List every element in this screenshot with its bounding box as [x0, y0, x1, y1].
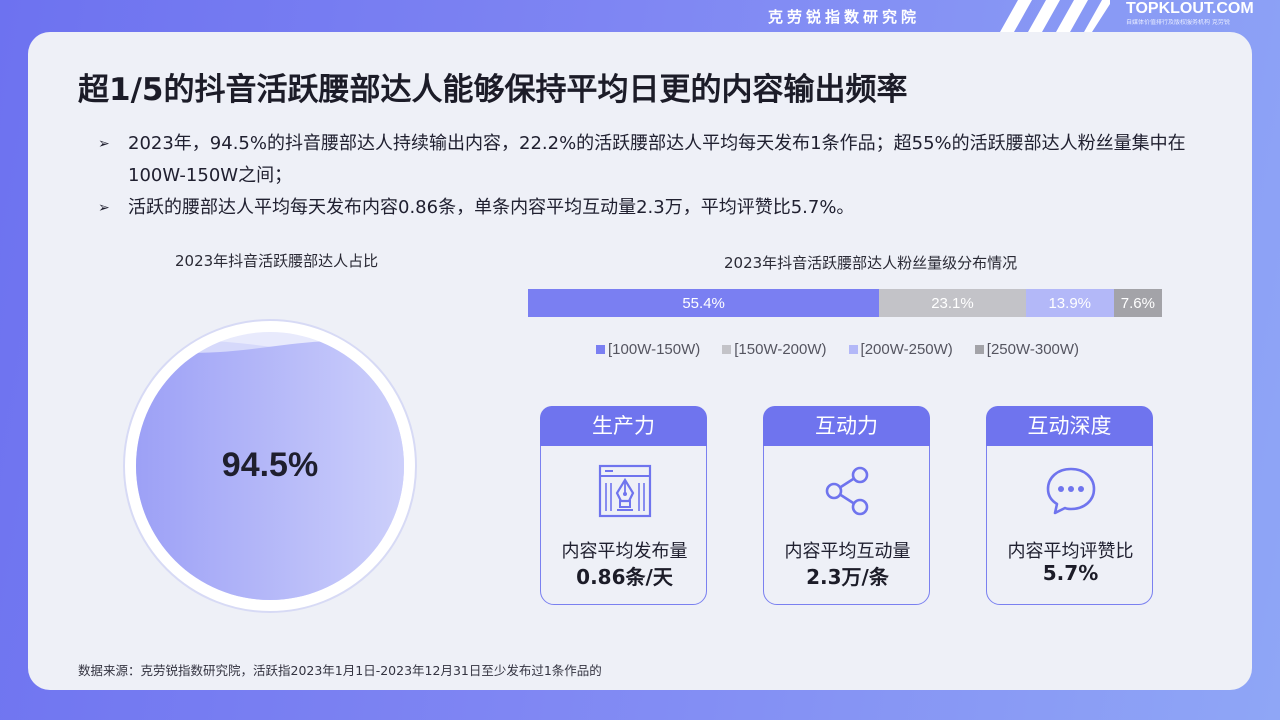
bar-chart-legend: [100W-150W) [150W-200W) [200W-250W) [250…: [596, 341, 1079, 358]
bar-segment-label: 7.6%: [1120, 294, 1155, 312]
circle-chart: 94.5%: [122, 318, 418, 614]
logo-subtitle: 自媒体价值排行及版权服务机构 克劳锐: [1126, 19, 1230, 26]
bar-segment-label: 55.4%: [682, 294, 725, 312]
topklout-logo: TOPKLOUT.COM: [1126, 0, 1254, 17]
bullet-item: ➢ 2023年，94.5%的抖音腰部达人持续输出内容，22.2%的活跃腰部达人平…: [98, 128, 1198, 192]
metric-label: 内容平均评赞比: [1007, 541, 1134, 562]
metric-label: 内容平均发布量: [561, 541, 688, 562]
legend-item: [200W-250W): [848, 341, 953, 358]
bar-segment-label: 23.1%: [931, 294, 974, 312]
metric-header: 互动力: [763, 406, 930, 446]
bullet-text: 2023年，94.5%的抖音腰部达人持续输出内容，22.2%的活跃腰部达人平均每…: [128, 133, 1186, 186]
legend-label: [150W-200W): [734, 341, 827, 358]
brand-name: 克劳锐指数研究院: [768, 8, 921, 26]
share-icon: [825, 466, 869, 516]
metric-header: 互动深度: [986, 406, 1153, 446]
metric-value: 0.86条/天: [576, 565, 673, 589]
top-header-bar: 克劳锐指数研究院 TOPKLOUT.COM 自媒体价值排行及版权服务机构 克劳锐: [0, 0, 1280, 32]
legend-swatch: [848, 345, 858, 354]
pen-nib-icon: [598, 464, 652, 518]
bar-segment-150w-200w: 23.1%: [879, 289, 1026, 317]
stacked-bar: 55.4% 23.1% 13.9% 7.6%: [528, 289, 1162, 317]
legend-item: [150W-200W): [722, 341, 827, 358]
legend-label: [250W-300W): [986, 341, 1080, 358]
bullet-text: 活跃的腰部达人平均每天发布内容0.86条，单条内容平均互动量2.3万，平均评赞比…: [128, 197, 855, 218]
metric-card-interaction: 互动力 内容平均互动量 2.3万/条: [763, 406, 930, 605]
bullet-list: ➢ 2023年，94.5%的抖音腰部达人持续输出内容，22.2%的活跃腰部达人平…: [98, 128, 1198, 224]
legend-label: [200W-250W): [860, 341, 953, 358]
circle-value-label: 94.5%: [221, 446, 319, 484]
chat-bubble-icon: [1046, 467, 1096, 515]
metric-label: 内容平均互动量: [784, 541, 911, 562]
legend-item: [100W-150W): [596, 341, 700, 358]
metric-header: 生产力: [540, 406, 707, 446]
bullet-item: ➢ 活跃的腰部达人平均每天发布内容0.86条，单条内容平均互动量2.3万，平均评…: [98, 192, 1198, 224]
legend-swatch: [596, 345, 605, 354]
arrow-bullet-icon: ➢: [98, 136, 110, 152]
legend-swatch: [722, 345, 732, 354]
metric-card-depth: 互动深度 内容平均评赞比 5.7%: [986, 406, 1153, 605]
bar-segment-250w-300w: 7.6%: [1113, 289, 1162, 317]
bar-segment-label: 13.9%: [1048, 294, 1092, 312]
legend-swatch: [974, 345, 984, 354]
legend-label: [100W-150W): [608, 341, 701, 358]
metric-value: 5.7%: [1042, 561, 1099, 585]
legend-item: [250W-300W): [974, 341, 1080, 358]
page-title: 超1/5的抖音活跃腰部达人能够保持平均日更的内容输出频率: [78, 72, 908, 108]
decorative-stripes-icon: [1000, 0, 1110, 32]
metric-value: 2.3万/条: [806, 565, 889, 589]
circle-chart-title: 2023年抖音活跃腰部达人占比: [175, 252, 379, 270]
data-source-note: 数据来源：克劳锐指数研究院，活跃指2023年1月1日-2023年12月31日至少…: [78, 663, 602, 678]
bar-segment-200w-250w: 13.9%: [1025, 289, 1114, 317]
bar-segment-100w-150w: 55.4%: [528, 289, 880, 317]
arrow-bullet-icon: ➢: [98, 200, 110, 216]
metric-card-productivity: 生产力 内容平均发布量 0.86条/天: [540, 406, 707, 605]
bar-chart-title: 2023年抖音活跃腰部达人粉丝量级分布情况: [724, 254, 1018, 272]
